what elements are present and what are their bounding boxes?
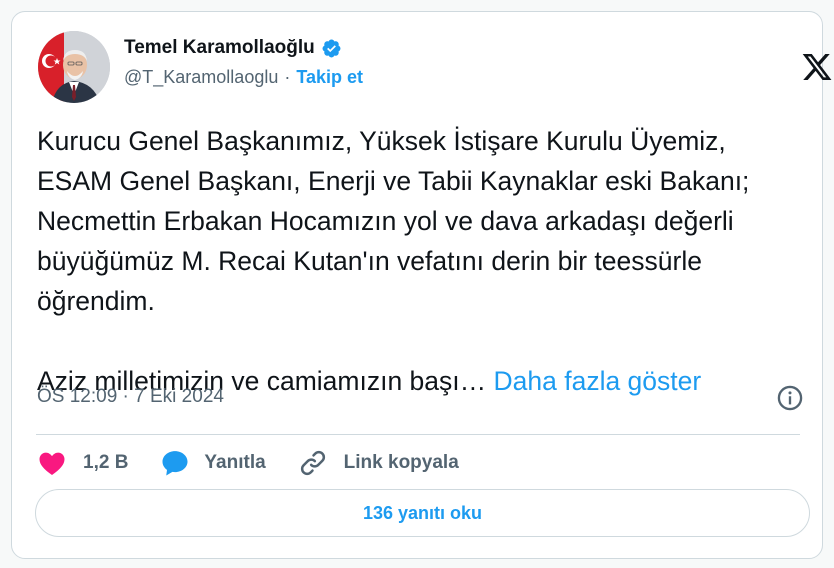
show-more-link[interactable]: Daha fazla göster bbox=[494, 366, 702, 396]
author-info: Temel Karamollaoğlu @T_Karamollaoglu · T… bbox=[124, 37, 363, 88]
copy-link-button[interactable]: Link kopyala bbox=[298, 448, 459, 478]
link-icon bbox=[300, 450, 325, 476]
tweet-timestamp[interactable]: ÖS 12:09 · 7 Eki 2024 bbox=[37, 386, 224, 408]
heart-icon bbox=[39, 452, 65, 475]
follow-button[interactable]: Takip et bbox=[296, 67, 363, 88]
speech-bubble-icon bbox=[162, 451, 188, 476]
reply-button[interactable]: Yanıtla bbox=[160, 448, 266, 478]
tweet-header: Temel Karamollaoğlu @T_Karamollaoglu · T… bbox=[36, 31, 832, 103]
author-handle-row: @T_Karamollaoglu · Takip et bbox=[124, 67, 363, 88]
avatar-image bbox=[38, 31, 110, 103]
author-display-name[interactable]: Temel Karamollaoğlu bbox=[124, 37, 315, 59]
verified-badge-icon bbox=[322, 39, 341, 57]
read-replies-button[interactable]: 136 yanıtı oku bbox=[35, 489, 810, 537]
like-button[interactable]: 1,2 B bbox=[37, 448, 128, 478]
author-name-row: Temel Karamollaoğlu bbox=[124, 37, 363, 59]
avatar[interactable] bbox=[38, 31, 110, 103]
copy-link-label: Link kopyala bbox=[343, 452, 459, 473]
divider bbox=[36, 434, 800, 435]
x-logo-icon[interactable] bbox=[800, 51, 834, 83]
like-count: 1,2 B bbox=[83, 452, 129, 473]
info-icon[interactable] bbox=[776, 384, 804, 412]
author-handle[interactable]: @T_Karamollaoglu bbox=[124, 67, 278, 88]
tweet-text: Kurucu Genel Başkanımız, Yüksek İstişare… bbox=[37, 121, 797, 401]
tweet-body: Kurucu Genel Başkanımız, Yüksek İstişare… bbox=[37, 126, 750, 396]
action-bar: 1,2 B Yanıtla Link kopyala bbox=[37, 446, 491, 480]
reply-label: Yanıtla bbox=[204, 452, 266, 473]
tweet-card: Temel Karamollaoğlu @T_Karamollaoglu · T… bbox=[11, 11, 832, 559]
separator-dot: · bbox=[284, 67, 291, 87]
